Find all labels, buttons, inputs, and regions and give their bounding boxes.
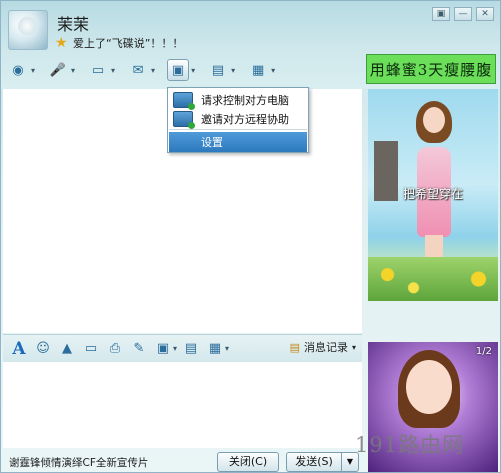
- message-input[interactable]: [3, 362, 362, 448]
- edit-icon[interactable]: ✎: [129, 339, 149, 359]
- contact-name[interactable]: 茉茉: [57, 11, 89, 35]
- message-icon[interactable]: ✉: [127, 59, 149, 81]
- close-button[interactable]: 关闭(C): [217, 452, 279, 472]
- remote-assist-icon[interactable]: ▣: [167, 59, 190, 81]
- screen-capture-icon[interactable]: ▦: [205, 339, 225, 359]
- emoji-icon[interactable]: ☺: [33, 339, 53, 359]
- menu-item-label: 邀请对方远程协助: [201, 113, 289, 126]
- ad-panel[interactable]: 把希望穿在: [368, 89, 498, 301]
- input-toolbar: A ☺ ▲ ▭ ⎙ ✎ ▣ ▾ ▤ ▦ ▾ ▤ 消息记录 ▾: [3, 334, 362, 362]
- ad-flowers: [368, 257, 498, 301]
- history-label: 消息记录: [303, 341, 348, 354]
- image-dropdown-icon[interactable]: ▾: [173, 344, 177, 353]
- ad-caption: 把希望穿在: [402, 187, 463, 201]
- apps-icon[interactable]: ▦: [247, 59, 269, 81]
- menu-item-label: 请求控制对方电脑: [201, 94, 289, 107]
- minimize-button[interactable]: —: [454, 7, 472, 21]
- restore-button[interactable]: ▣: [432, 7, 450, 21]
- image-icon[interactable]: ▣: [153, 339, 173, 359]
- chat-toolbar: ◉ ▾ 🎤 ▾ ▭ ▾ ✉ ▾ ▣ ▾ ▤ ▾ ▦ ▾: [7, 57, 281, 83]
- status-row: ★ 爱上了“飞碟说”！！！: [55, 35, 183, 51]
- menu-item-label: 设置: [201, 136, 223, 149]
- send-button[interactable]: 发送(S): [286, 452, 342, 472]
- music-icon[interactable]: ▭: [81, 339, 101, 359]
- remote-control-icon: [173, 92, 195, 110]
- ad2-figure-face: [406, 360, 452, 414]
- window-controls: ▣ — ✕: [432, 7, 494, 21]
- menu-item-settings[interactable]: 设置: [169, 132, 307, 152]
- star-icon: ★: [55, 35, 68, 51]
- avatar[interactable]: [8, 10, 48, 50]
- remote-assist-menu: 请求控制对方电脑 邀请对方远程协助 设置: [167, 87, 309, 153]
- promo-link[interactable]: 谢霆锋倾情演绎CF全新宣传片: [9, 455, 148, 470]
- remote-assist-invite-icon: [173, 111, 195, 129]
- ad-banner[interactable]: 用蜂蜜3天瘦腰腹: [366, 54, 496, 84]
- file-transfer-icon[interactable]: ▭: [87, 59, 109, 81]
- voice-icon[interactable]: ⎙: [105, 339, 125, 359]
- message-history-button[interactable]: ▤ 消息记录 ▾: [290, 339, 356, 355]
- ad-figure-head: [421, 105, 447, 135]
- send-file-icon[interactable]: ▤: [181, 339, 201, 359]
- apps-dropdown-icon[interactable]: ▾: [271, 66, 275, 75]
- microphone-icon[interactable]: 🎤: [47, 59, 69, 81]
- menu-divider: [169, 129, 307, 130]
- history-dropdown-icon[interactable]: ▾: [352, 343, 356, 352]
- capture-dropdown-icon[interactable]: ▾: [225, 344, 229, 353]
- screenshot-icon[interactable]: ▤: [207, 59, 229, 81]
- bottom-bar: 谢霆锋倾情演绎CF全新宣传片 关闭(C) 发送(S) ▼: [1, 448, 362, 472]
- menu-item-invite-assist[interactable]: 邀请对方远程协助: [169, 109, 307, 129]
- remote-assist-dropdown-icon[interactable]: ▾: [191, 66, 195, 75]
- webcam-dropdown-icon[interactable]: ▾: [31, 66, 35, 75]
- message-dropdown-icon[interactable]: ▾: [151, 66, 155, 75]
- watermark: 191路由网: [355, 433, 465, 457]
- webcam-icon[interactable]: ◉: [7, 59, 29, 81]
- menu-item-request-control[interactable]: 请求控制对方电脑: [169, 90, 307, 110]
- history-icon: ▤: [289, 340, 300, 354]
- status-message: 爱上了“飞碟说”！！！: [73, 37, 184, 50]
- close-window-button[interactable]: ✕: [476, 7, 494, 21]
- screenshot-dropdown-icon[interactable]: ▾: [231, 66, 235, 75]
- ad-page-indicator[interactable]: 1/2: [476, 346, 492, 357]
- microphone-dropdown-icon[interactable]: ▾: [71, 66, 75, 75]
- file-dropdown-icon[interactable]: ▾: [111, 66, 115, 75]
- chat-window: 茉茉 ★ 爱上了“飞碟说”！！！ ▣ — ✕ ◉ ▾ 🎤 ▾ ▭ ▾ ✉ ▾ ▣ ▾ ▤ ▾…: [0, 0, 501, 473]
- shake-icon[interactable]: ▲: [57, 339, 77, 359]
- font-icon[interactable]: A: [9, 339, 29, 359]
